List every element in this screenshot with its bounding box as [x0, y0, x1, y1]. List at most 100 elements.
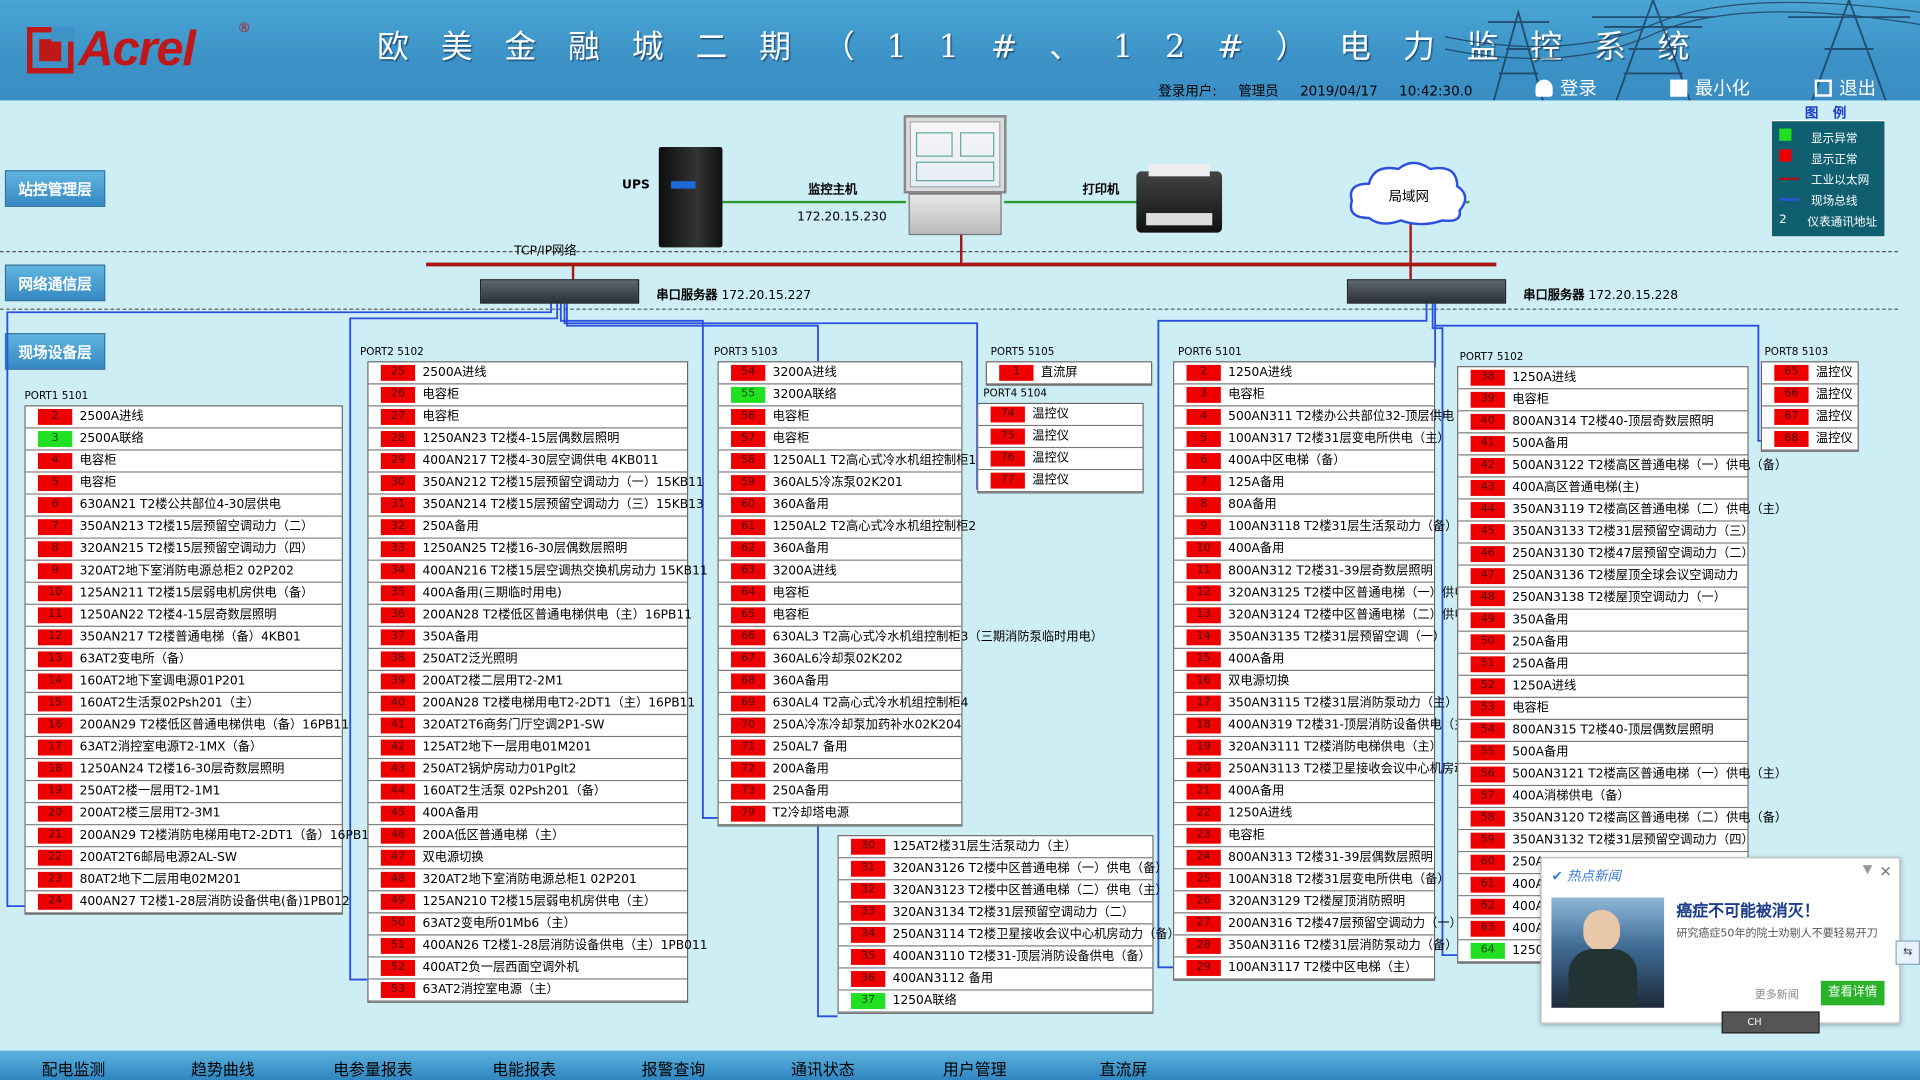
device-row[interactable]: 33 1250AN25 T2楼16-30层偶数层照明	[368, 538, 687, 561]
device-row[interactable]: 48 250AN3138 T2楼屋顶空调动力（一）	[1458, 587, 1748, 610]
nav-comm-status[interactable]: 通讯状态	[791, 1057, 855, 1080]
nav-trend-curve[interactable]: 趋势曲线	[191, 1057, 255, 1080]
device-row[interactable]: 27 200AN316 T2楼47层预留空调动力（一）	[1174, 913, 1462, 936]
device-row[interactable]: 27 电容柜	[368, 406, 687, 429]
device-row[interactable]: 56 500AN3121 T2楼高区普通电梯（一）供电（主）	[1458, 764, 1787, 787]
device-row[interactable]: 65 温控仪	[1762, 362, 1858, 385]
device-row[interactable]: 22 200AT2T6邮局电源2AL-SW	[25, 847, 342, 870]
device-row[interactable]: 10 400A备用	[1174, 538, 1434, 561]
device-row[interactable]: 53 电容柜	[1458, 697, 1748, 721]
device-row[interactable]: 32 250A备用	[368, 516, 687, 539]
device-row[interactable]: 41 500A备用	[1458, 433, 1748, 456]
device-row[interactable]: 79 T2冷却塔电源	[718, 803, 962, 826]
device-row[interactable]: 16 200AN29 T2楼低区普通电梯供电（备）16PB11	[25, 715, 349, 738]
device-row[interactable]: 46 200A低区普通电梯（主）	[368, 825, 687, 848]
device-row[interactable]: 42 125AT2地下一层用电01M201	[368, 737, 687, 760]
device-row[interactable]: 66 温控仪	[1762, 384, 1858, 407]
device-row[interactable]: 17 350AN3115 T2楼31层消防泵动力（主）	[1174, 693, 1457, 716]
device-row[interactable]: 50 250A备用	[1458, 631, 1748, 654]
device-row[interactable]: 12 350AN217 T2楼普通电梯（备）4KB01	[25, 626, 342, 649]
device-row[interactable]: 64 电容柜	[718, 582, 962, 605]
device-row[interactable]: 8 320AN215 T2楼15层预留空调动力（四）	[25, 538, 342, 561]
device-row[interactable]: 55 3200A联络	[718, 384, 962, 407]
device-row[interactable]: 40 800AN314 T2楼40-顶层奇数层照明	[1458, 411, 1748, 434]
device-row[interactable]: 54 3200A进线	[718, 362, 962, 385]
device-row[interactable]: 17 63AT2消控室电源T2-1MX（备）	[25, 737, 342, 760]
nav-dc-panel[interactable]: 直流屏	[1100, 1057, 1148, 1080]
device-row[interactable]: 25 100AN318 T2楼31层变电所供电（备）	[1174, 869, 1450, 892]
device-row[interactable]: 60 360A备用	[718, 494, 962, 517]
device-row[interactable]: 24 800AN313 T2楼31-39层偶数层照明	[1174, 847, 1434, 870]
device-row[interactable]: 26 电容柜	[368, 384, 687, 407]
device-row[interactable]: 45 400A备用	[368, 803, 687, 826]
device-row[interactable]: 21 400A备用	[1174, 781, 1434, 804]
device-row[interactable]: 9 100AN3118 T2楼31层生活泵动力（备）	[1174, 516, 1457, 539]
device-row[interactable]: 66 630AL3 T2高心式冷水机组控制柜3（三期消防泵临时用电）	[718, 626, 1103, 649]
device-row[interactable]: 2 1250A进线	[1174, 362, 1434, 385]
nav-alarm-query[interactable]: 报警查询	[642, 1057, 706, 1080]
device-row[interactable]: 36 400AN3112 备用	[838, 968, 1153, 991]
device-row[interactable]: 26 320AN3129 T2楼屋顶消防照明	[1174, 891, 1434, 914]
device-row[interactable]: 39 电容柜	[1458, 389, 1748, 412]
device-row[interactable]: 14 160AT2地下室调电源01P201	[25, 671, 342, 694]
device-row[interactable]: 68 360A备用	[718, 671, 962, 694]
device-row[interactable]: 28 1250AN23 T2楼4-15层偶数层照明	[368, 428, 687, 451]
device-row[interactable]: 22 1250A进线	[1174, 803, 1434, 826]
device-row[interactable]: 23 电容柜	[1174, 825, 1434, 848]
device-row[interactable]: 18 400AN319 T2楼31-顶层消防设备供电（主）	[1174, 715, 1479, 738]
device-row[interactable]: 24 400AN27 T2楼1-28层消防设备供电(备)1PB012	[25, 891, 350, 914]
device-row[interactable]: 12 320AN3125 T2楼中区普通电梯（一）供电（主）	[1174, 582, 1503, 605]
device-row[interactable]: 3 2500A联络	[25, 428, 342, 451]
device-row[interactable]: 34 400AN216 T2楼15层空调热交换机房动力 15KB11	[368, 560, 708, 583]
device-row[interactable]: 25 2500A进线	[368, 362, 687, 385]
device-row[interactable]: 6 400A中区电梯（备）	[1174, 450, 1434, 473]
device-row[interactable]: 41 320AT2T6商务门厅空调2P1-SW	[368, 715, 687, 738]
device-row[interactable]: 4 500AN311 T2楼办公共部位32-顶层供电	[1174, 406, 1454, 429]
device-row[interactable]: 32 320AN3123 T2楼中区普通电梯（二）供电（主）	[838, 880, 1168, 903]
device-row[interactable]: 47 双电源切换	[368, 847, 687, 870]
device-row[interactable]: 73 250A备用	[718, 781, 962, 804]
device-row[interactable]: 76 温控仪	[978, 448, 1143, 471]
device-row[interactable]: 11 800AN312 T2楼31-39层奇数层照明	[1174, 560, 1434, 583]
view-details-button[interactable]: 查看详情	[1820, 980, 1885, 1006]
more-news-link[interactable]: 更多新闻	[1755, 986, 1799, 1001]
device-row[interactable]: 61 1250AL2 T2高心式冷水机组控制柜2	[718, 516, 976, 539]
device-row[interactable]: 69 630AL4 T2高心式冷水机组控制柜4	[718, 693, 968, 716]
device-row[interactable]: 31 320AN3126 T2楼中区普通电梯（一）供电（备）	[838, 858, 1168, 881]
device-row[interactable]: 15 400A备用	[1174, 648, 1434, 672]
device-row[interactable]: 16 双电源切换	[1174, 671, 1434, 694]
device-row[interactable]: 58 350AN3120 T2楼高区普通电梯（二）供电（备）	[1458, 808, 1787, 831]
device-row[interactable]: 18 1250AN24 T2楼16-30层奇数层照明	[25, 759, 342, 782]
device-row[interactable]: 72 200A备用	[718, 759, 962, 782]
device-row[interactable]: 1 直流屏	[986, 362, 1152, 385]
device-row[interactable]: 67 温控仪	[1762, 406, 1858, 429]
device-row[interactable]: 2 2500A进线	[25, 406, 342, 429]
device-row[interactable]: 51 400AN26 T2楼1-28层消防设备供电（主）1PB011	[368, 935, 708, 958]
device-row[interactable]: 50 63AT2变电所01Mb6（主）	[368, 913, 687, 936]
device-row[interactable]: 58 1250AL1 T2高心式冷水机组控制柜1	[718, 450, 976, 473]
device-row[interactable]: 13 63AT2变电所（备）	[25, 648, 342, 672]
device-row[interactable]: 31 350AN214 T2楼15层预留空调动力（三）15KB13	[368, 494, 704, 517]
device-row[interactable]: 59 350AN3132 T2楼31层预留空调动力（四）	[1458, 830, 1754, 853]
device-row[interactable]: 14 350AN3135 T2楼31层预留空调（一）	[1174, 626, 1445, 649]
device-row[interactable]: 7 125A备用	[1174, 472, 1434, 495]
device-row[interactable]: 15 160AT2生活泵02Psh201（主）	[25, 693, 342, 716]
device-row[interactable]: 29 100AN3117 T2楼中区电梯（主）	[1174, 957, 1434, 980]
device-row[interactable]: 36 200AN28 T2楼低区普通电梯供电（主）16PB11	[368, 604, 692, 627]
device-row[interactable]: 29 400AN217 T2楼4-30层空调供电 4KB011	[368, 450, 687, 473]
device-row[interactable]: 71 250AL7 备用	[718, 737, 962, 760]
device-row[interactable]: 5 100AN317 T2楼31层变电所供电（主）	[1174, 428, 1450, 451]
device-row[interactable]: 10 125AN211 T2楼15层弱电机房供电（备）	[25, 582, 342, 605]
popup-close-icon[interactable]: ✕	[1880, 863, 1892, 880]
device-row[interactable]: 44 350AN3119 T2楼高区普通电梯（二）供电（主）	[1458, 499, 1787, 522]
device-row[interactable]: 38 250AT2泛光照明	[368, 648, 687, 672]
device-row[interactable]: 62 360A备用	[718, 538, 962, 561]
device-row[interactable]: 23 80AT2地下二层用电02M201	[25, 869, 342, 892]
device-row[interactable]: 35 400A备用(三期临时用电)	[368, 582, 687, 605]
device-row[interactable]: 48 320AT2地下室消防电源总柜1 02P201	[368, 869, 687, 892]
device-row[interactable]: 35 400AN3110 T2楼31-顶层消防设备供电（备）	[838, 946, 1153, 969]
device-row[interactable]: 9 320AT2地下室消防电源总柜2 02P202	[25, 560, 342, 583]
device-row[interactable]: 43 250AT2锅炉房动力01Pglt2	[368, 759, 687, 782]
device-row[interactable]: 11 1250AN22 T2楼4-15层奇数层照明	[25, 604, 342, 627]
device-row[interactable]: 37 1250A联络	[838, 990, 1153, 1013]
